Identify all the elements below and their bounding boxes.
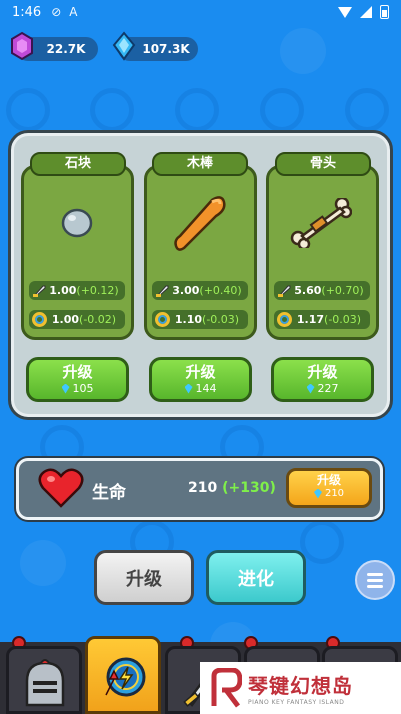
menu-icon <box>367 572 383 576</box>
weapon-title-stick: 木棒 <box>152 152 248 176</box>
bone-attack-row: 5.60 (+0.70) <box>274 281 370 300</box>
life-value-delta: (+130) <box>222 480 276 496</box>
stone-upgrade-button[interactable]: 升级 105 <box>26 357 129 402</box>
signal-off-icon: ⊘ <box>51 5 62 19</box>
stick-upgrade-label: 升级 <box>185 363 216 381</box>
stick-speed-row: 1.10 (-0.03) <box>152 310 248 329</box>
stick-upgrade-button[interactable]: 升级 144 <box>149 357 252 402</box>
life-label: 生命 <box>92 483 126 503</box>
status-time: 1:46 <box>12 4 42 20</box>
life-upgrade-label: 升级 <box>316 473 341 487</box>
sword-icon <box>156 285 169 297</box>
evolve-tab-button[interactable]: 进化 <box>206 550 306 605</box>
stick-speed-delta: (-0.03) <box>202 313 240 326</box>
accessibility-icon: A <box>69 5 78 19</box>
purple-gem-icon <box>11 31 33 61</box>
stone-attack-row: 1.00 (+0.12) <box>29 281 125 300</box>
bone-attack-delta: (+0.70) <box>321 284 364 297</box>
bone-speed-row: 1.17 (-0.03) <box>274 310 370 329</box>
watermark-logo-icon <box>211 668 242 708</box>
tab-hero[interactable] <box>6 646 82 714</box>
cell-signal-icon <box>360 6 372 18</box>
stone-upgrade-label: 升级 <box>62 363 93 381</box>
bone-upgrade-button[interactable]: 升级 227 <box>271 357 374 402</box>
tab-weapons[interactable] <box>85 636 161 714</box>
blue-diamond-icon <box>61 383 70 394</box>
stone-upgrade-cost: 105 <box>72 382 94 395</box>
battery-icon <box>380 5 389 19</box>
ring-icon <box>277 312 292 327</box>
stick-upgrade-cost: 144 <box>195 382 217 395</box>
status-bar: 1:46 ⊘ A <box>0 0 401 24</box>
blue-diamond-icon <box>313 488 322 499</box>
wooden-club-icon <box>174 196 226 251</box>
bone-upgrade-cost: 227 <box>317 382 339 395</box>
bone-attack-value: 5.60 <box>294 284 322 297</box>
stone-icon <box>61 208 93 238</box>
stone-attack-value: 1.00 <box>49 284 77 297</box>
bone-speed-delta: (-0.03) <box>324 313 362 326</box>
life-value: 210 (+130) <box>188 480 276 496</box>
menu-button[interactable] <box>355 560 395 600</box>
watermark-subtitle: PIANO KEY FANTASY ISLAND <box>248 699 345 706</box>
stick-speed-value: 1.10 <box>174 313 203 326</box>
stone-speed-value: 1.00 <box>51 313 80 326</box>
bone-speed-value: 1.17 <box>296 313 325 326</box>
watermark: 琴键幻想岛 PIANO KEY FANTASY ISLAND <box>200 662 401 714</box>
weapon-title-stone: 石块 <box>30 152 126 176</box>
compass-power-icon <box>105 657 146 697</box>
life-upgrade-button[interactable]: 升级 210 <box>286 468 372 508</box>
sword-icon <box>33 285 46 297</box>
stone-speed-row: 1.00 (-0.02) <box>29 310 125 329</box>
ring-icon <box>32 312 47 327</box>
stick-attack-value: 3.00 <box>172 284 200 297</box>
stone-attack-delta: (+0.12) <box>76 284 119 297</box>
bone-icon <box>290 198 352 248</box>
blue-diamond-value: 107.3K <box>142 42 190 56</box>
stick-attack-delta: (+0.40) <box>199 284 242 297</box>
life-value-number: 210 <box>188 480 218 496</box>
heart-icon <box>38 468 84 508</box>
weapon-title-bone: 骨头 <box>275 152 371 176</box>
ring-icon <box>155 312 170 327</box>
wifi-icon <box>338 6 352 18</box>
bone-upgrade-label: 升级 <box>307 363 338 381</box>
blue-diamond-icon <box>112 31 136 61</box>
purple-gem-value: 22.7K <box>46 42 86 56</box>
blue-diamond-icon <box>306 383 315 394</box>
stick-attack-row: 3.00 (+0.40) <box>152 281 248 300</box>
watermark-title: 琴键幻想岛 <box>248 674 353 698</box>
upgrade-tab-button[interactable]: 升级 <box>94 550 194 605</box>
sword-icon <box>278 285 291 297</box>
knight-helmet-icon <box>25 659 65 707</box>
life-upgrade-cost: 210 <box>324 488 345 499</box>
stone-speed-delta: (-0.02) <box>79 313 117 326</box>
blue-diamond-icon <box>184 383 193 394</box>
